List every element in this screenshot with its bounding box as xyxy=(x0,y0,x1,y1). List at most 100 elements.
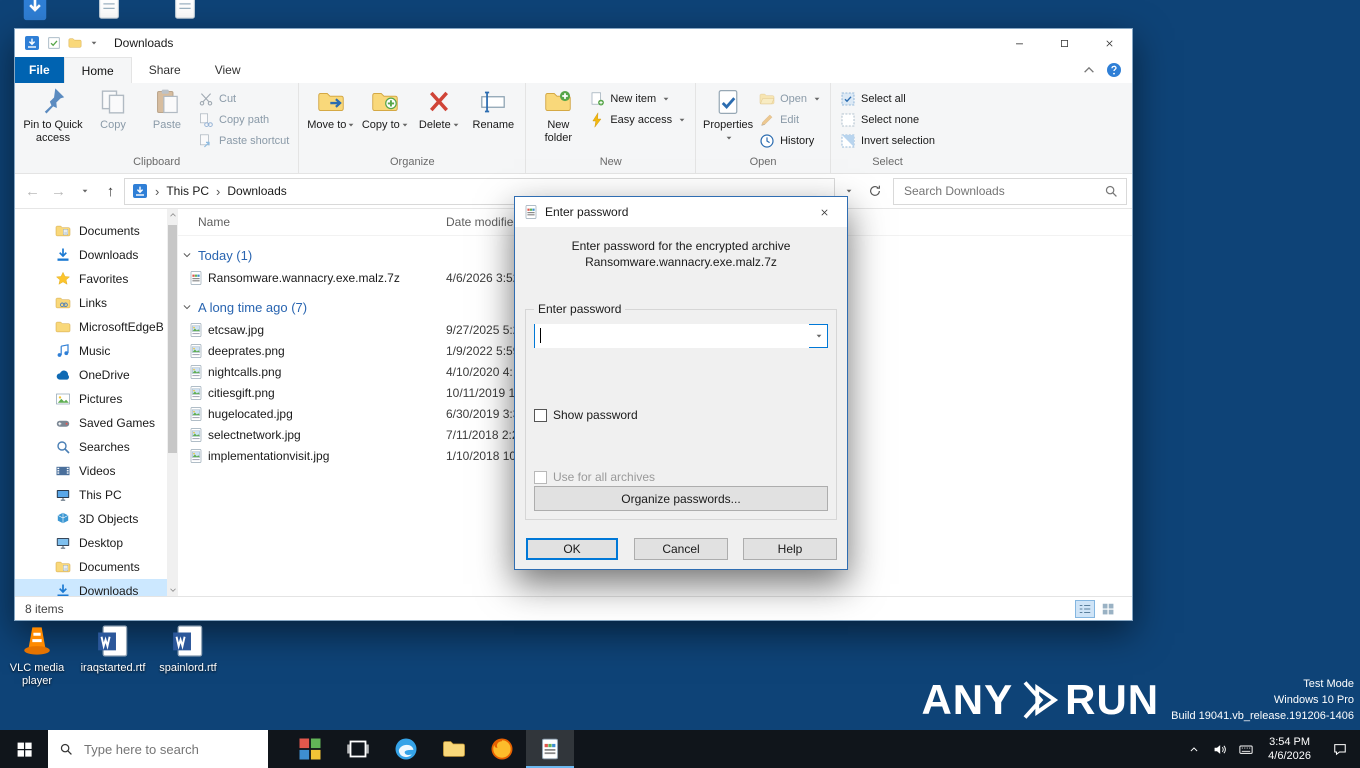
tab-home[interactable]: Home xyxy=(63,57,132,83)
pin-to-quick-access-button[interactable]: Pin to Quick access xyxy=(21,86,85,145)
properties-button[interactable]: Properties xyxy=(702,86,754,145)
cut-button[interactable]: Cut xyxy=(195,89,292,109)
copy-to-button[interactable]: Copy to xyxy=(359,86,411,132)
keyboard-icon[interactable] xyxy=(1233,730,1259,768)
new-folder-button[interactable]: New folder xyxy=(532,86,584,145)
desktop-icon-spainlord-rtf[interactable]: spainlord.rtf xyxy=(152,624,224,675)
sidebar-item-desktop[interactable]: Desktop xyxy=(15,531,167,555)
forward-button[interactable]: → xyxy=(46,179,71,204)
thumbnails-view-button[interactable] xyxy=(1098,600,1118,618)
sidebar-item-this-pc[interactable]: This PC xyxy=(15,483,167,507)
video-icon xyxy=(55,463,71,479)
sidebar-item-music[interactable]: Music xyxy=(15,339,167,363)
search-box[interactable] xyxy=(893,177,1127,205)
desktop-icon-vlc-media-player[interactable]: VLC media player xyxy=(1,624,73,688)
firefox-icon[interactable] xyxy=(478,730,526,768)
volume-icon[interactable] xyxy=(1207,730,1233,768)
help-icon[interactable] xyxy=(1106,62,1122,78)
desktop-shortcut-icon[interactable] xyxy=(20,0,50,26)
task-view-icon[interactable] xyxy=(334,730,382,768)
scroll-up-icon[interactable] xyxy=(167,209,178,221)
move-to-button[interactable]: Move to xyxy=(305,86,357,132)
ok-button[interactable]: OK xyxy=(526,538,618,560)
new-item-button[interactable]: New item xyxy=(586,89,689,109)
search-input[interactable] xyxy=(902,183,1098,199)
minimize-ribbon-icon[interactable] xyxy=(1082,63,1096,77)
taskbar-clock[interactable]: 3:54 PM 4/6/2026 xyxy=(1259,735,1320,763)
qat-properties-icon[interactable] xyxy=(47,36,61,50)
scrollbar-thumb[interactable] xyxy=(168,225,177,453)
select-all-button[interactable]: Select all xyxy=(837,89,938,109)
show-password-checkbox[interactable]: Show password xyxy=(534,408,638,422)
qat-new-folder-icon[interactable] xyxy=(68,36,82,50)
help-button[interactable]: Help xyxy=(743,538,837,560)
combo-dropdown-icon[interactable] xyxy=(809,325,827,347)
rename-button[interactable]: Rename xyxy=(467,86,519,132)
paste-button[interactable]: Paste xyxy=(141,86,193,132)
sidebar-item-onedrive[interactable]: OneDrive xyxy=(15,363,167,387)
open-button[interactable]: Open xyxy=(756,89,824,109)
checkbox-icon[interactable] xyxy=(534,408,547,422)
tab-view[interactable]: View xyxy=(198,57,258,83)
action-center-icon[interactable] xyxy=(1320,742,1360,756)
7zip-taskbar-icon[interactable] xyxy=(526,730,574,768)
password-input[interactable] xyxy=(535,324,809,348)
sidebar-item-saved-games[interactable]: Saved Games xyxy=(15,411,167,435)
sidebar-item-pictures[interactable]: Pictures xyxy=(15,387,167,411)
sidebar-item-documents[interactable]: Documents xyxy=(15,219,167,243)
breadcrumb-downloads[interactable]: Downloads xyxy=(227,184,286,198)
sidebar-item-videos[interactable]: Videos xyxy=(15,459,167,483)
sidebar-item-favorites[interactable]: Favorites xyxy=(15,267,167,291)
paste-shortcut-button[interactable]: Paste shortcut xyxy=(195,131,292,151)
sidebar-item-downloads[interactable]: Downloads xyxy=(15,243,167,267)
tab-file[interactable]: File xyxy=(15,57,64,83)
file-explorer-icon[interactable] xyxy=(430,730,478,768)
cancel-button[interactable]: Cancel xyxy=(634,538,728,560)
qat-customize-icon[interactable] xyxy=(90,39,98,47)
organize-passwords-button[interactable]: Organize passwords... xyxy=(534,486,828,511)
refresh-icon[interactable] xyxy=(862,179,887,204)
copy-path-button[interactable]: Copy path xyxy=(195,110,292,130)
copy-button[interactable]: Copy xyxy=(87,86,139,132)
open-icon xyxy=(759,91,775,107)
sidebar-item-documents[interactable]: Documents xyxy=(15,555,167,579)
sample-app-icon[interactable] xyxy=(286,730,334,768)
edit-button[interactable]: Edit xyxy=(756,110,824,130)
sidebar-item-downloads[interactable]: Downloads xyxy=(15,579,167,596)
select-none-button[interactable]: Select none xyxy=(837,110,938,130)
breadcrumb-this-pc[interactable]: This PC xyxy=(166,184,209,198)
column-date-modified[interactable]: Date modified xyxy=(446,215,520,229)
password-combobox[interactable] xyxy=(534,324,828,348)
invert-selection-button[interactable]: Invert selection xyxy=(837,131,938,151)
sidebar-item-microsoftedgeb[interactable]: MicrosoftEdgeB xyxy=(15,315,167,339)
sidebar-item-links[interactable]: Links xyxy=(15,291,167,315)
tab-share[interactable]: Share xyxy=(132,57,198,83)
taskbar-search[interactable] xyxy=(48,730,268,768)
easy-access-button[interactable]: Easy access xyxy=(586,110,689,130)
up-button[interactable]: ↑ xyxy=(98,179,123,204)
close-button[interactable] xyxy=(1087,29,1132,57)
column-name[interactable]: Name xyxy=(198,215,230,229)
desktop-shortcut-icon[interactable] xyxy=(94,0,124,24)
sidebar-item-searches[interactable]: Searches xyxy=(15,435,167,459)
minimize-button[interactable] xyxy=(997,29,1042,57)
tray-show-hidden-icons[interactable] xyxy=(1181,730,1207,768)
scroll-down-icon[interactable] xyxy=(167,584,178,596)
start-button[interactable] xyxy=(0,730,48,768)
taskbar-search-input[interactable] xyxy=(82,740,257,758)
edge-icon[interactable] xyxy=(382,730,430,768)
desktop-icon-iraqstarted-rtf[interactable]: iraqstarted.rtf xyxy=(77,624,149,675)
delete-button[interactable]: Delete xyxy=(413,86,465,132)
recent-locations-icon[interactable] xyxy=(72,179,97,204)
desktop-shortcut-icon[interactable] xyxy=(170,0,200,24)
details-view-button[interactable] xyxy=(1075,599,1095,618)
sidebar-item-3d-objects[interactable]: 3D Objects xyxy=(15,507,167,531)
sidebar-scrollbar[interactable] xyxy=(167,209,178,596)
explorer-titlebar[interactable]: Downloads xyxy=(15,29,1132,57)
dialog-titlebar[interactable]: Enter password xyxy=(515,197,847,227)
maximize-button[interactable] xyxy=(1042,29,1087,57)
dialog-close-button[interactable] xyxy=(802,197,847,227)
back-button[interactable]: ← xyxy=(20,179,45,204)
history-button[interactable]: History xyxy=(756,131,824,151)
search-icon[interactable] xyxy=(1104,184,1118,198)
